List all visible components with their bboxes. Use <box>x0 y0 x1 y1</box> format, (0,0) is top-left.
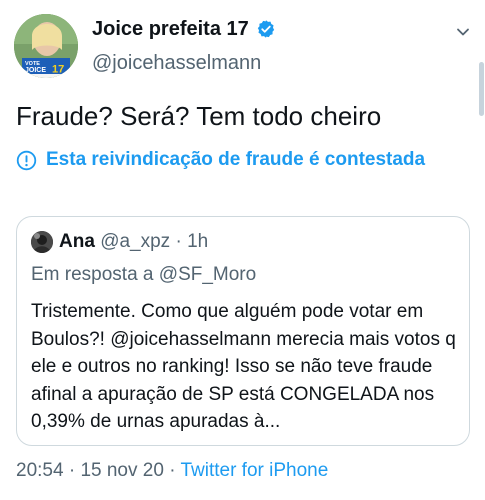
disputed-claim-link[interactable]: Esta reivindicação de fraude é contestad… <box>46 149 425 171</box>
chevron-down-icon[interactable] <box>455 24 471 40</box>
scrollbar-thumb[interactable] <box>479 62 484 116</box>
info-circle-icon <box>16 150 37 170</box>
tweet-source-link[interactable]: Twitter for iPhone <box>180 460 328 481</box>
quoted-author-avatar[interactable] <box>31 231 53 253</box>
quoted-reply-context: Em resposta a @SF_Moro <box>31 264 257 285</box>
quoted-timestamp[interactable]: 1h <box>187 231 208 252</box>
quoted-separator: · <box>175 231 182 252</box>
quoted-tweet-header: Ana @a_xpz · 1h <box>59 230 208 254</box>
author-avatar-image: VOTE JOICE 17 <box>14 14 78 78</box>
tweet-text: Fraude? Será? Tem todo cheiro <box>16 101 382 131</box>
tweet-detail: VOTE JOICE 17 Joice prefeita 17 @joiceha… <box>0 0 485 500</box>
verified-badge-icon <box>257 20 275 38</box>
meta-separator: · <box>68 460 76 481</box>
meta-separator: · <box>169 460 176 481</box>
svg-text:17: 17 <box>52 64 64 76</box>
author-display-name[interactable]: Joice prefeita 17 <box>92 17 249 41</box>
tweet-date[interactable]: 15 nov 20 <box>80 460 163 481</box>
quoted-author-name[interactable]: Ana <box>59 231 95 252</box>
disputed-claim-notice[interactable]: Esta reivindicação de fraude é contestad… <box>16 148 425 172</box>
quoted-tweet-text: Tristemente. Como que alguém pode votar … <box>31 301 456 432</box>
tweet-time[interactable]: 20:54 <box>16 460 64 481</box>
quoted-author-handle[interactable]: @a_xpz <box>100 231 170 252</box>
quoted-tweet-card[interactable]: Ana @a_xpz · 1h Em resposta a @SF_Moro T… <box>16 216 470 446</box>
tweet-metadata: 20:54 · 15 nov 20 · Twitter for iPhone <box>16 459 328 483</box>
quoted-avatar-image <box>31 231 53 253</box>
author-handle[interactable]: @joicehasselmann <box>92 51 261 75</box>
svg-text:JOICE: JOICE <box>25 67 46 74</box>
author-avatar[interactable]: VOTE JOICE 17 <box>14 14 78 78</box>
